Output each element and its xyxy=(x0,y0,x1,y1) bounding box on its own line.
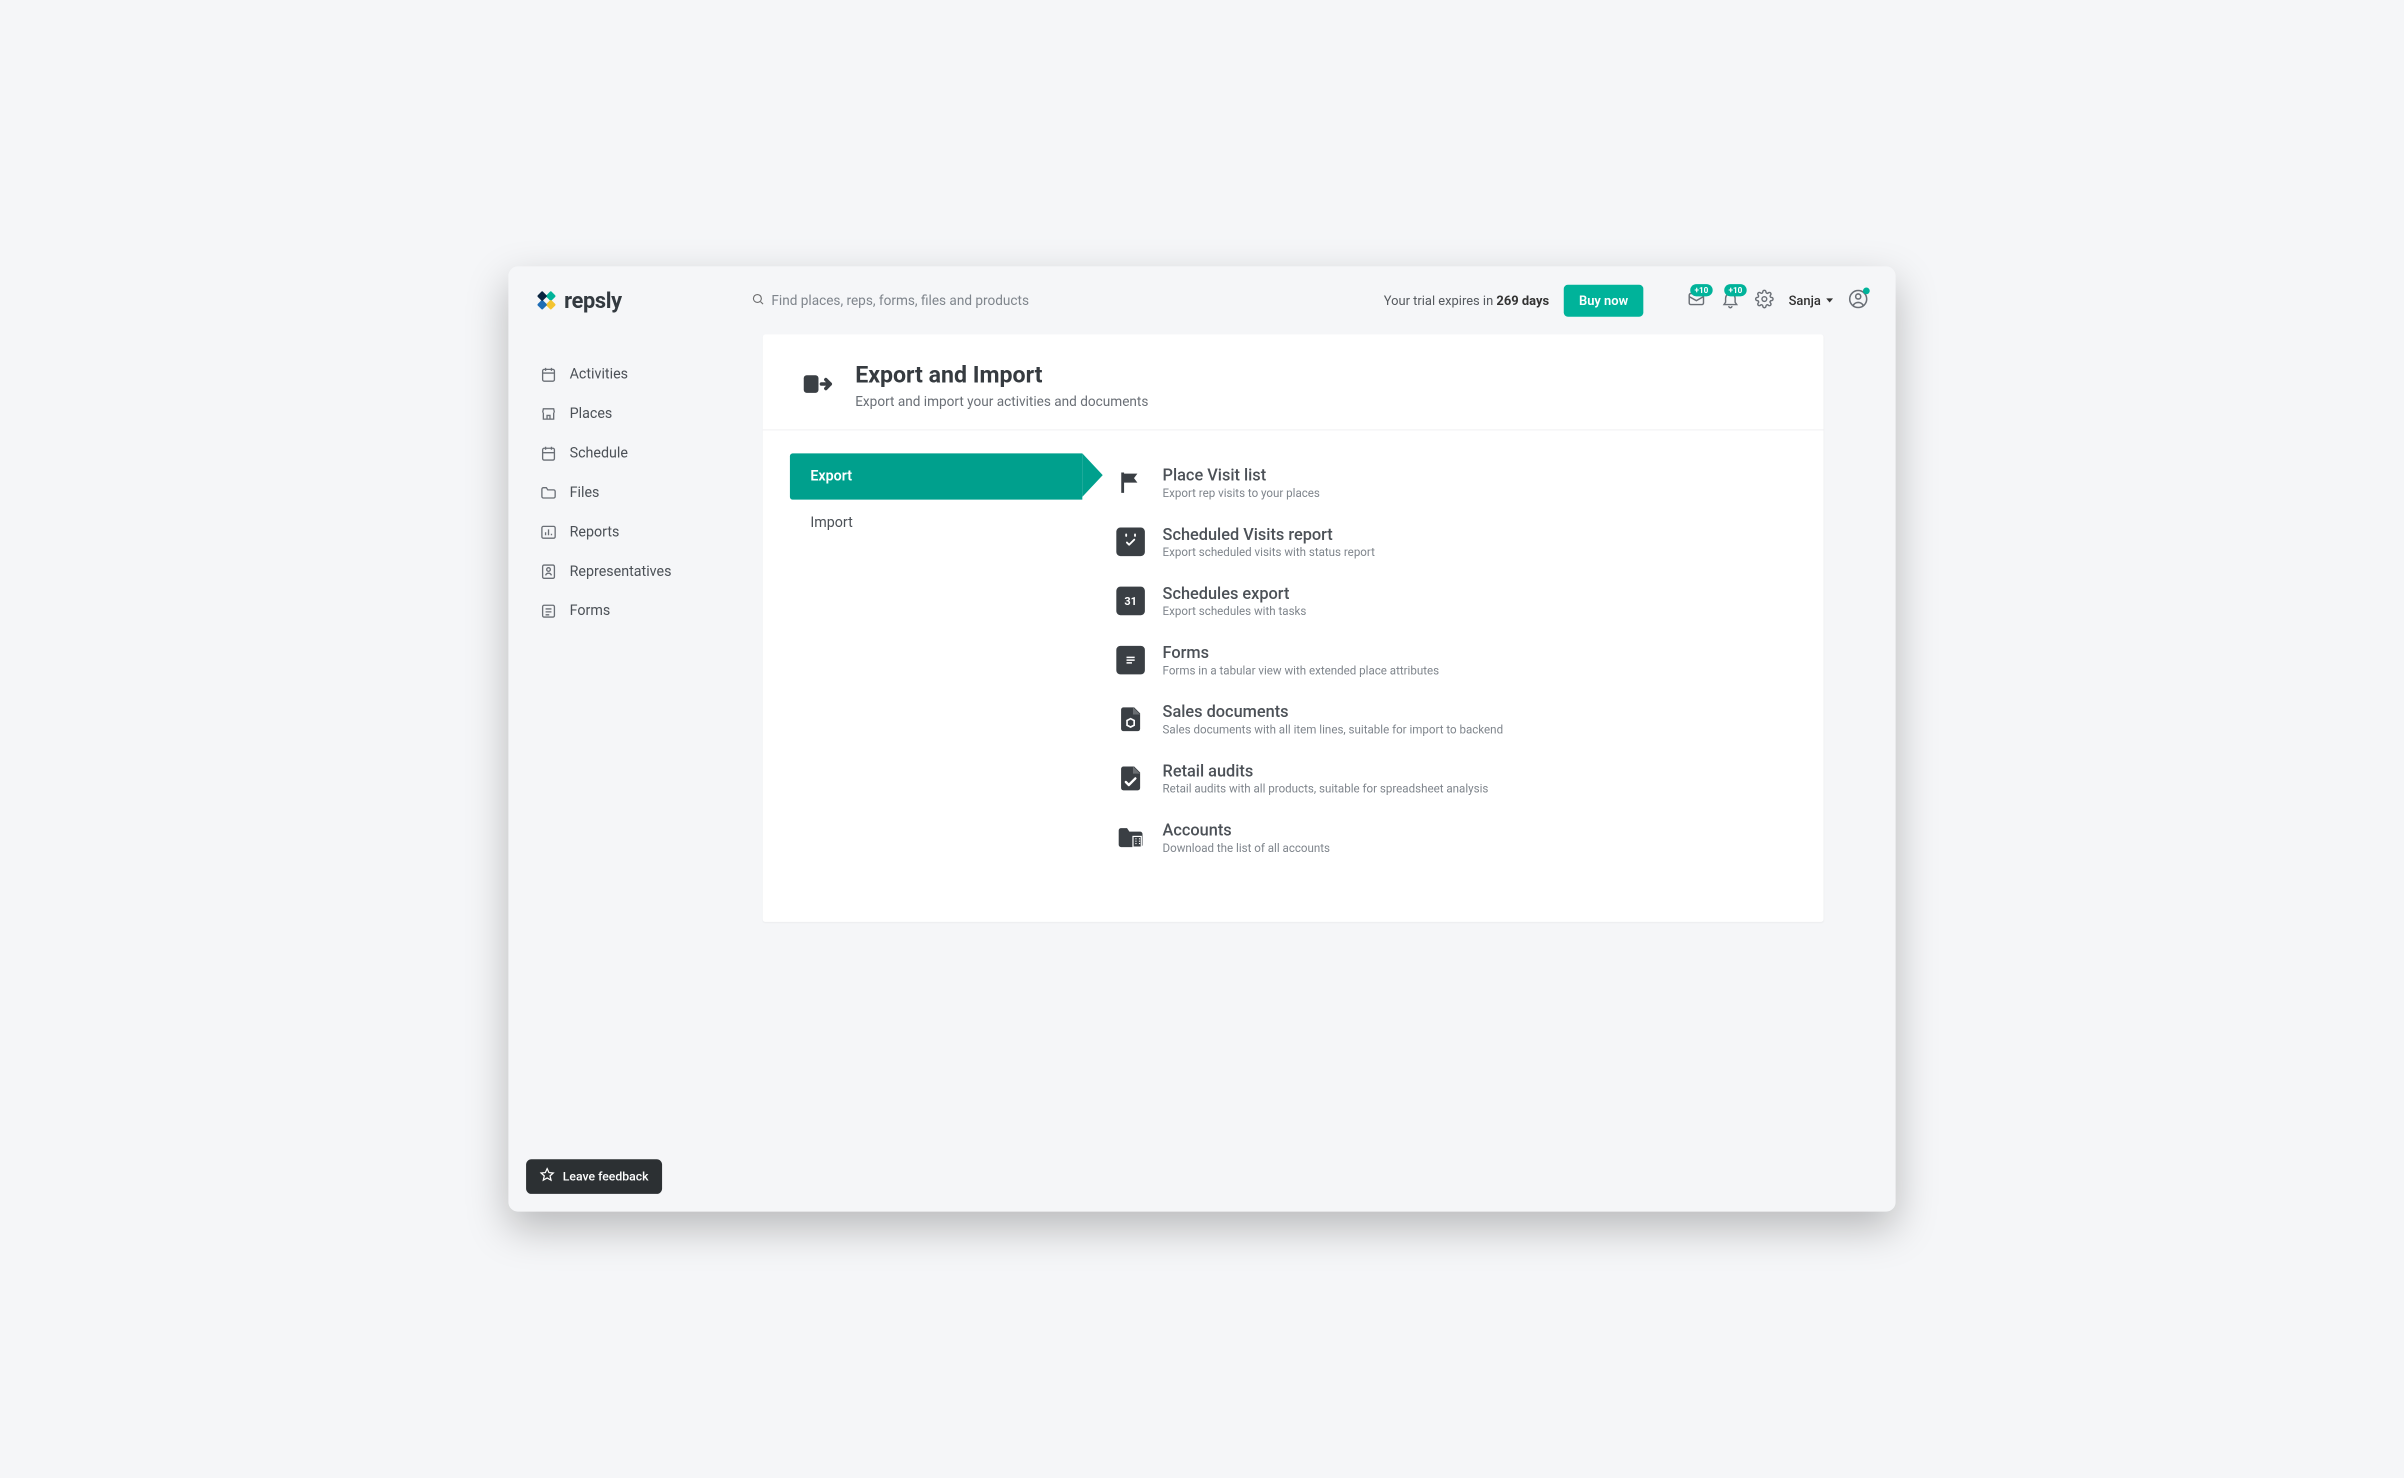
buy-now-button[interactable]: Buy now xyxy=(1564,284,1643,316)
sidebar-item-forms[interactable]: Forms xyxy=(533,591,730,630)
export-place-visit-list[interactable]: Place Visit list Export rep visits to yo… xyxy=(1116,453,1796,512)
search-icon xyxy=(751,292,765,308)
clipboard-list-icon xyxy=(1116,646,1145,675)
store-icon xyxy=(540,405,558,423)
search-input[interactable] xyxy=(771,292,1057,308)
document-box-icon xyxy=(1116,705,1145,734)
user-name: Sanja xyxy=(1789,293,1821,309)
star-icon xyxy=(540,1167,555,1185)
sidebar: Activities Places Schedule Files Reports… xyxy=(533,334,730,922)
export-item-desc: Export schedules with tasks xyxy=(1163,605,1307,619)
sidebar-item-label: Schedule xyxy=(570,445,628,461)
export-item-title: Forms xyxy=(1163,643,1440,662)
sidebar-item-label: Places xyxy=(570,406,613,422)
document-check-icon xyxy=(1116,764,1145,793)
topbar: repsly Your trial expires in 269 days Bu… xyxy=(508,266,1895,334)
sidebar-item-representatives[interactable]: Representatives xyxy=(533,552,730,591)
logo-icon xyxy=(534,288,558,312)
chart-icon xyxy=(540,523,558,541)
logo-text: repsly xyxy=(564,287,622,313)
export-item-desc: Export scheduled visits with status repo… xyxy=(1163,546,1375,560)
export-accounts[interactable]: Accounts Download the list of all accoun… xyxy=(1116,808,1796,867)
bell-icon[interactable]: +10 xyxy=(1721,290,1740,312)
page-title: Export and Import xyxy=(855,362,1148,389)
export-scheduled-visits-report[interactable]: Scheduled Visits report Export scheduled… xyxy=(1116,513,1796,572)
topbar-right: Your trial expires in 269 days Buy now +… xyxy=(1384,284,1869,316)
export-item-title: Place Visit list xyxy=(1163,466,1320,485)
export-retail-audits[interactable]: Retail audits Retail audits with all pro… xyxy=(1116,749,1796,808)
folder-building-icon xyxy=(1116,823,1145,852)
user-icon xyxy=(540,563,558,581)
page-subtitle: Export and import your activities and do… xyxy=(855,393,1148,409)
tab-import[interactable]: Import xyxy=(790,500,1082,546)
sidebar-item-activities[interactable]: Activities xyxy=(533,355,730,394)
export-item-title: Scheduled Visits report xyxy=(1163,525,1375,544)
sidebar-item-label: Forms xyxy=(570,603,611,619)
export-item-title: Retail audits xyxy=(1163,761,1489,780)
form-icon xyxy=(540,602,558,620)
flag-icon xyxy=(1116,468,1145,497)
export-sales-documents[interactable]: Sales documents Sales documents with all… xyxy=(1116,690,1796,749)
leave-feedback-button[interactable]: Leave feedback xyxy=(526,1159,662,1194)
calendar-date-icon: 31 xyxy=(1116,587,1145,616)
chevron-down-icon xyxy=(1826,298,1833,302)
export-item-title: Sales documents xyxy=(1163,702,1504,721)
export-item-desc: Export rep visits to your places xyxy=(1163,487,1320,501)
tabs: Export Import xyxy=(790,453,1082,867)
export-item-desc: Retail audits with all products, suitabl… xyxy=(1163,783,1489,797)
export-item-title: Schedules export xyxy=(1163,584,1307,603)
sidebar-item-schedule[interactable]: Schedule xyxy=(533,434,730,473)
main-panel: Export and Import Export and import your… xyxy=(763,334,1824,922)
export-import-icon xyxy=(801,366,836,404)
user-menu[interactable]: Sanja xyxy=(1789,293,1833,309)
export-schedules-export[interactable]: 31 Schedules export Export schedules wit… xyxy=(1116,572,1796,631)
sidebar-item-label: Representatives xyxy=(570,564,672,580)
export-item-desc: Forms in a tabular view with extended pl… xyxy=(1163,664,1440,678)
sidebar-item-label: Files xyxy=(570,485,600,501)
sidebar-item-label: Reports xyxy=(570,524,620,540)
panel-header: Export and Import Export and import your… xyxy=(763,334,1824,430)
inbox-badge: +10 xyxy=(1690,284,1712,296)
calendar-icon xyxy=(540,445,558,463)
search[interactable] xyxy=(751,292,1057,308)
panel-body: Export Import Place Visit list Export re… xyxy=(763,430,1824,922)
presence-dot xyxy=(1863,287,1870,294)
app-window: repsly Your trial expires in 269 days Bu… xyxy=(508,266,1895,1211)
sidebar-item-reports[interactable]: Reports xyxy=(533,513,730,552)
tab-export[interactable]: Export xyxy=(790,453,1082,499)
export-item-title: Accounts xyxy=(1163,821,1330,840)
bell-badge: +10 xyxy=(1724,284,1746,296)
trial-days: 269 days xyxy=(1496,293,1549,309)
sidebar-item-files[interactable]: Files xyxy=(533,473,730,512)
export-item-desc: Download the list of all accounts xyxy=(1163,842,1330,856)
main-layout: Activities Places Schedule Files Reports… xyxy=(508,334,1895,946)
trial-prefix: Your trial expires in xyxy=(1384,293,1497,309)
trial-notice: Your trial expires in 269 days xyxy=(1384,293,1549,309)
export-list: Place Visit list Export rep visits to yo… xyxy=(1089,453,1796,867)
gear-icon[interactable] xyxy=(1755,290,1774,312)
export-forms[interactable]: Forms Forms in a tabular view with exten… xyxy=(1116,631,1796,690)
avatar-icon[interactable] xyxy=(1848,289,1868,312)
folder-icon xyxy=(540,484,558,502)
sidebar-item-places[interactable]: Places xyxy=(533,394,730,433)
feedback-label: Leave feedback xyxy=(563,1169,649,1183)
activities-icon xyxy=(540,366,558,384)
logo[interactable]: repsly xyxy=(534,287,622,313)
sidebar-item-label: Activities xyxy=(570,366,628,382)
calendar-check-icon xyxy=(1116,528,1145,557)
inbox-icon[interactable]: +10 xyxy=(1687,290,1706,312)
export-item-desc: Sales documents with all item lines, sui… xyxy=(1163,723,1504,737)
